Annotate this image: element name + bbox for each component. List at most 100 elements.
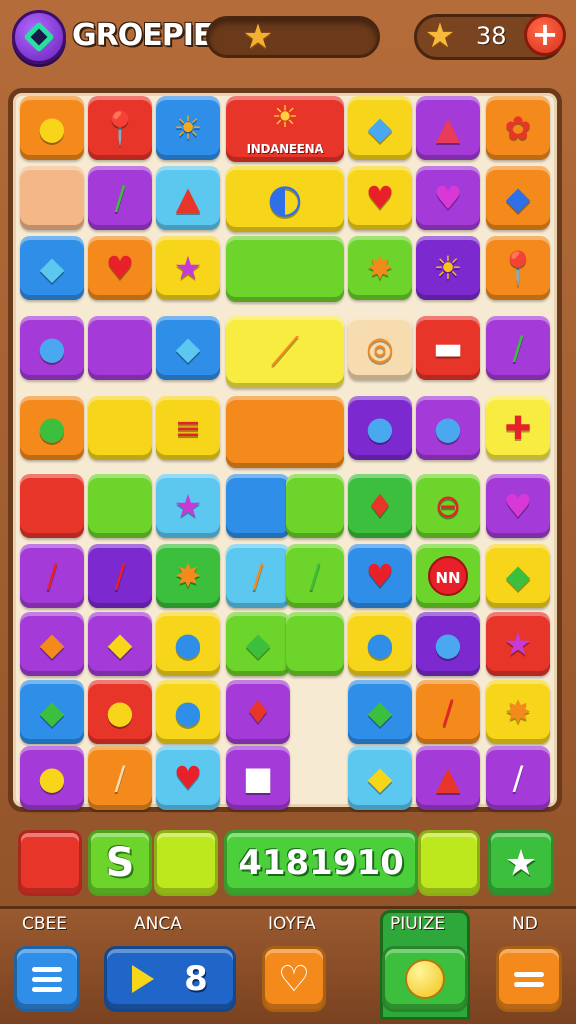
board-tile[interactable]: ✸ xyxy=(156,544,220,608)
big-tile[interactable]: ⟋ xyxy=(226,316,344,388)
board-tile[interactable] xyxy=(88,316,152,380)
board-tile[interactable] xyxy=(88,396,152,460)
pepper-icon: / xyxy=(114,179,126,217)
board-tile[interactable]: ♦ xyxy=(348,474,412,538)
board-tile[interactable] xyxy=(20,166,84,230)
menu-button[interactable] xyxy=(14,946,80,1012)
board-tile[interactable]: / xyxy=(88,166,152,230)
board-tile[interactable]: / xyxy=(20,544,84,608)
board-tile[interactable]: ◆ xyxy=(88,612,152,676)
board-tile[interactable]: ▲ xyxy=(416,746,480,810)
board-tile[interactable]: ✸ xyxy=(486,680,550,744)
board-tile[interactable]: ◆ xyxy=(348,746,412,810)
board-tile[interactable]: ◆ xyxy=(20,612,84,676)
cake-icon: ▲ xyxy=(175,179,201,217)
board-tile[interactable]: ◆ xyxy=(20,236,84,300)
board-tile[interactable]: ♥ xyxy=(156,746,220,810)
board-tile[interactable]: ♥ xyxy=(88,236,152,300)
board-tile[interactable]: 📍 xyxy=(88,96,152,160)
board-tile[interactable]: ● xyxy=(348,612,412,676)
board-tile[interactable]: / xyxy=(416,680,480,744)
pepper-icon: / xyxy=(442,693,454,731)
board-tile[interactable]: / xyxy=(88,544,152,608)
board-tile[interactable]: ☀ xyxy=(416,236,480,300)
board-tile[interactable]: ● xyxy=(416,612,480,676)
board-tile[interactable]: ● xyxy=(348,396,412,460)
board-tile[interactable]: ◆ xyxy=(156,316,220,380)
big-tile[interactable] xyxy=(226,396,344,468)
hint-button[interactable] xyxy=(382,946,468,1012)
board-tile[interactable]: ▬ xyxy=(416,316,480,380)
board-tile[interactable]: / xyxy=(486,316,550,380)
big-tile[interactable]: ◐ xyxy=(226,166,344,232)
bottom-tile-lime-2[interactable] xyxy=(418,830,480,896)
board-tile[interactable]: ✿ xyxy=(486,96,550,160)
bottom-tile-letter[interactable]: S xyxy=(88,830,152,896)
nav-label-3: IOYFA xyxy=(268,914,316,934)
board-tile[interactable]: ● xyxy=(416,396,480,460)
board-tile[interactable] xyxy=(20,474,84,538)
board-tile[interactable]: ◆ xyxy=(486,544,550,608)
board-tile[interactable]: ● xyxy=(156,612,220,676)
board-tile[interactable]: ☀ xyxy=(156,96,220,160)
board-tile[interactable]: ♥ xyxy=(348,166,412,230)
board-tile[interactable]: ♥ xyxy=(416,166,480,230)
play-level-button[interactable]: 8 xyxy=(104,946,236,1012)
board-tile[interactable]: ♥ xyxy=(486,474,550,538)
big-tile[interactable] xyxy=(226,236,344,302)
board-tile[interactable]: ● xyxy=(88,680,152,744)
board-tile[interactable]: ◆ xyxy=(20,680,84,744)
board-tile[interactable]: / xyxy=(486,746,550,810)
board-tile[interactable]: ● xyxy=(20,746,84,810)
level-banner-tile[interactable]: ☀ INDANEENA xyxy=(226,96,344,162)
board-tile[interactable]: ◎ xyxy=(348,316,412,380)
feather-icon: / xyxy=(512,759,524,797)
add-coins-button[interactable]: + xyxy=(524,14,566,56)
board-tile[interactable]: ● xyxy=(20,96,84,160)
shop-button[interactable] xyxy=(496,946,562,1012)
board-tile[interactable]: ★ xyxy=(156,236,220,300)
board-tile[interactable]: ✚ xyxy=(486,396,550,460)
burst-icon: ✸ xyxy=(504,693,532,731)
bottom-tile-lime[interactable] xyxy=(154,830,218,896)
board-tile[interactable]: ♦ xyxy=(226,680,290,744)
board-tile[interactable]: ◆ xyxy=(348,680,412,744)
board-tile[interactable]: / xyxy=(88,746,152,810)
board-tile[interactable] xyxy=(88,474,152,538)
board-tile[interactable]: ■ xyxy=(226,746,290,810)
board-tile[interactable]: ● xyxy=(156,680,220,744)
coin-count: 38 xyxy=(476,22,507,50)
board-tile[interactable] xyxy=(286,612,344,676)
board-tile[interactable]: ▲ xyxy=(416,96,480,160)
board-tile[interactable]: 📍 xyxy=(486,236,550,300)
burst-icon: ✸ xyxy=(366,249,394,287)
badge-tile[interactable]: NN xyxy=(416,544,480,608)
board-tile[interactable]: ▲ xyxy=(156,166,220,230)
score-panel: 4181910 xyxy=(224,830,418,896)
board-tile[interactable]: ● xyxy=(20,396,84,460)
lives-button[interactable]: ♡ xyxy=(262,946,326,1012)
board-tile[interactable]: ★ xyxy=(156,474,220,538)
board-tile[interactable]: ♥ xyxy=(348,544,412,608)
board-tile[interactable]: ★ xyxy=(486,612,550,676)
board-tile[interactable] xyxy=(286,474,344,538)
leaf-icon: ◆ xyxy=(39,249,65,287)
board-tile[interactable]: ◆ xyxy=(226,612,290,676)
star-powerup-button[interactable]: ★ xyxy=(488,830,554,896)
profile-gem-button[interactable] xyxy=(12,10,66,64)
pin-icon: 📍 xyxy=(498,249,538,287)
drop-icon: ● xyxy=(38,329,66,367)
board-tile[interactable]: ≡ xyxy=(156,396,220,460)
ball-icon: ● xyxy=(434,409,462,447)
board-tile[interactable]: ⊖ xyxy=(416,474,480,538)
board-tile[interactable]: / xyxy=(226,544,290,608)
heart-icon: ♥ xyxy=(433,179,463,217)
board-tile[interactable]: ● xyxy=(20,316,84,380)
board-tile[interactable]: ✸ xyxy=(348,236,412,300)
board-tile[interactable]: ◆ xyxy=(348,96,412,160)
board-tile[interactable] xyxy=(226,474,290,538)
board-tile[interactable]: / xyxy=(286,544,344,608)
disc-icon: ◐ xyxy=(267,176,303,222)
board-tile[interactable]: ◆ xyxy=(486,166,550,230)
bottom-tile-red[interactable] xyxy=(18,830,82,896)
